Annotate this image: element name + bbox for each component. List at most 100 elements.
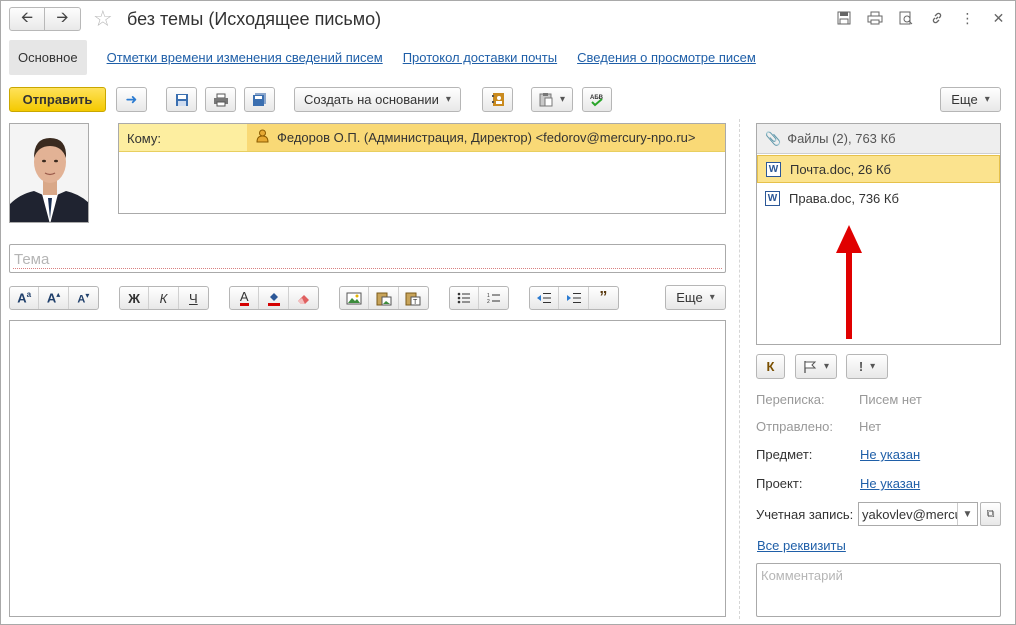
indent-icon [566, 293, 581, 303]
insert-image-button[interactable] [340, 287, 370, 309]
account-label: Учетная запись: [756, 507, 854, 522]
print-button[interactable] [205, 87, 236, 112]
open-account-button[interactable]: ⧉ [980, 502, 1001, 526]
recipients-box[interactable]: Кому: Федоров О.П. (Администрация, Дирек… [118, 123, 726, 214]
bullet-list-icon [457, 292, 470, 304]
close-icon[interactable]: ✕ [988, 9, 1009, 27]
quote-button[interactable]: ” [589, 287, 618, 309]
sent-value: Нет [859, 419, 882, 434]
flag-dropdown[interactable] [795, 354, 837, 379]
subject-ref-link[interactable]: Не указан [860, 447, 920, 462]
attachment-item[interactable]: W Почта.doc, 26 Кб [757, 155, 1000, 183]
forward-action-button[interactable]: ➜ [116, 87, 147, 112]
outdent-button[interactable] [530, 287, 560, 309]
clear-format-button[interactable] [289, 287, 318, 309]
font-increase-button[interactable]: A▴ [39, 287, 69, 309]
insert-attachment-button[interactable] [369, 287, 399, 309]
floppy-icon [175, 93, 188, 106]
recipient-address: Федоров О.П. (Администрация, Директор) <… [277, 130, 696, 145]
recipient-row[interactable]: Кому: Федоров О.П. (Администрация, Дирек… [119, 124, 725, 152]
insert-text-button[interactable]: T [399, 287, 428, 309]
numbered-list-button[interactable]: 12 [479, 287, 508, 309]
font-decrease-icon: A▾ [77, 290, 90, 306]
attachments-panel: 📎 Файлы (2), 763 Кб W Почта.doc, 26 Кб W… [756, 123, 1001, 345]
save-button[interactable] [166, 87, 197, 112]
spellcheck-underline [13, 268, 722, 269]
color-group: A [229, 286, 319, 310]
to-label: Кому: [127, 131, 161, 146]
fill-bucket-icon [267, 293, 280, 306]
paste-image-icon [376, 292, 392, 305]
create-based-on-dropdown[interactable]: Создать на основании [294, 87, 461, 112]
thread-value: Писем нет [859, 392, 922, 407]
link-icon[interactable] [926, 9, 947, 27]
paste-text-icon: T [405, 292, 421, 306]
clipboard-icon [539, 93, 553, 107]
panel-divider[interactable] [739, 119, 740, 619]
bullet-list-button[interactable] [450, 287, 480, 309]
comment-input[interactable] [757, 564, 1000, 616]
attachment-name: Почта.doc, 26 Кб [790, 161, 891, 177]
send-button[interactable]: Отправить [9, 87, 106, 112]
preview-icon[interactable] [895, 9, 916, 27]
importance-dropdown[interactable]: ! [846, 354, 888, 379]
underline-button[interactable]: Ч [179, 287, 208, 309]
subject-field[interactable] [9, 244, 726, 273]
arrow-left-icon: 🡨 [20, 8, 34, 26]
background-color-button[interactable] [259, 287, 289, 309]
forward-arrow-icon: ➜ [125, 91, 138, 107]
forward-button[interactable]: 🡪 [45, 7, 81, 31]
tab-timestamps[interactable]: Отметки времени изменения сведений писем [107, 50, 383, 65]
tab-main[interactable]: Основное [9, 39, 87, 75]
indent-group: ” [529, 286, 619, 310]
font-decrease-button[interactable]: A▾ [69, 287, 98, 309]
address-book-button[interactable] [482, 87, 513, 112]
text-color-button[interactable]: A [230, 287, 260, 309]
paperclip-icon: 📎 [765, 130, 782, 146]
more-menu-button[interactable]: Еще [940, 87, 1001, 112]
save-icon[interactable] [833, 9, 854, 27]
back-button[interactable]: 🡨 [9, 7, 45, 31]
contact-button[interactable]: К [756, 354, 785, 379]
attachment-item[interactable]: W Права.doc, 736 Кб [757, 184, 1000, 212]
bold-button[interactable]: Ж [120, 287, 150, 309]
font-style-button[interactable]: Aa [10, 287, 40, 309]
message-body-editor[interactable] [9, 320, 726, 617]
spell-check-icon: АБВ [590, 95, 604, 106]
format-more-button[interactable]: Еще [665, 285, 726, 310]
image-icon [346, 292, 362, 304]
form-tabs: Основное Отметки времени изменения сведе… [9, 39, 776, 75]
project-link[interactable]: Не указан [860, 476, 920, 491]
recipient-photo [9, 123, 89, 223]
save-copy-button[interactable] [244, 87, 275, 112]
spell-check-button[interactable]: АБВ [582, 87, 612, 112]
account-select[interactable]: yakovlev@mercury-npo.ru ▼ [858, 502, 978, 526]
arrow-right-icon: 🡪 [56, 8, 69, 26]
window-frame: 🡨 🡪 ☆ без темы (Исходящее письмо) ⋮ ✕ Ос… [0, 0, 1016, 625]
word-document-icon: W [766, 161, 781, 177]
recipient-chip[interactable]: Федоров О.П. (Администрация, Директор) <… [247, 124, 725, 151]
list-group: 12 [449, 286, 509, 310]
print-icon[interactable] [864, 9, 885, 27]
favorite-star-icon[interactable]: ☆ [93, 6, 113, 32]
window-title: без темы (Исходящее письмо) [127, 9, 382, 29]
italic-button[interactable]: К [149, 287, 179, 309]
tab-read-receipts[interactable]: Сведения о просмотре писем [577, 50, 756, 65]
font-style-icon: Aa [17, 290, 32, 306]
tab-delivery-log[interactable]: Протокол доставки почты [403, 50, 557, 65]
indent-button[interactable] [559, 287, 589, 309]
all-details-link[interactable]: Все реквизиты [757, 538, 846, 553]
insert-group: T [339, 286, 429, 310]
svg-text:2: 2 [487, 299, 490, 304]
contact-label: К [766, 359, 775, 374]
attachments-header[interactable]: 📎 Файлы (2), 763 Кб [757, 124, 1000, 154]
person-portrait-image [10, 124, 88, 222]
svg-text:T: T [413, 299, 418, 306]
chevron-down-icon[interactable]: ▼ [957, 503, 977, 525]
account-value: yakovlev@mercury-npo.ru [862, 507, 957, 522]
template-dropdown[interactable] [531, 87, 573, 112]
text-style-group: Ж К Ч [119, 286, 209, 310]
comment-field[interactable] [756, 563, 1001, 617]
quote-icon: ” [599, 289, 608, 306]
more-vertical-icon[interactable]: ⋮ [957, 9, 978, 27]
